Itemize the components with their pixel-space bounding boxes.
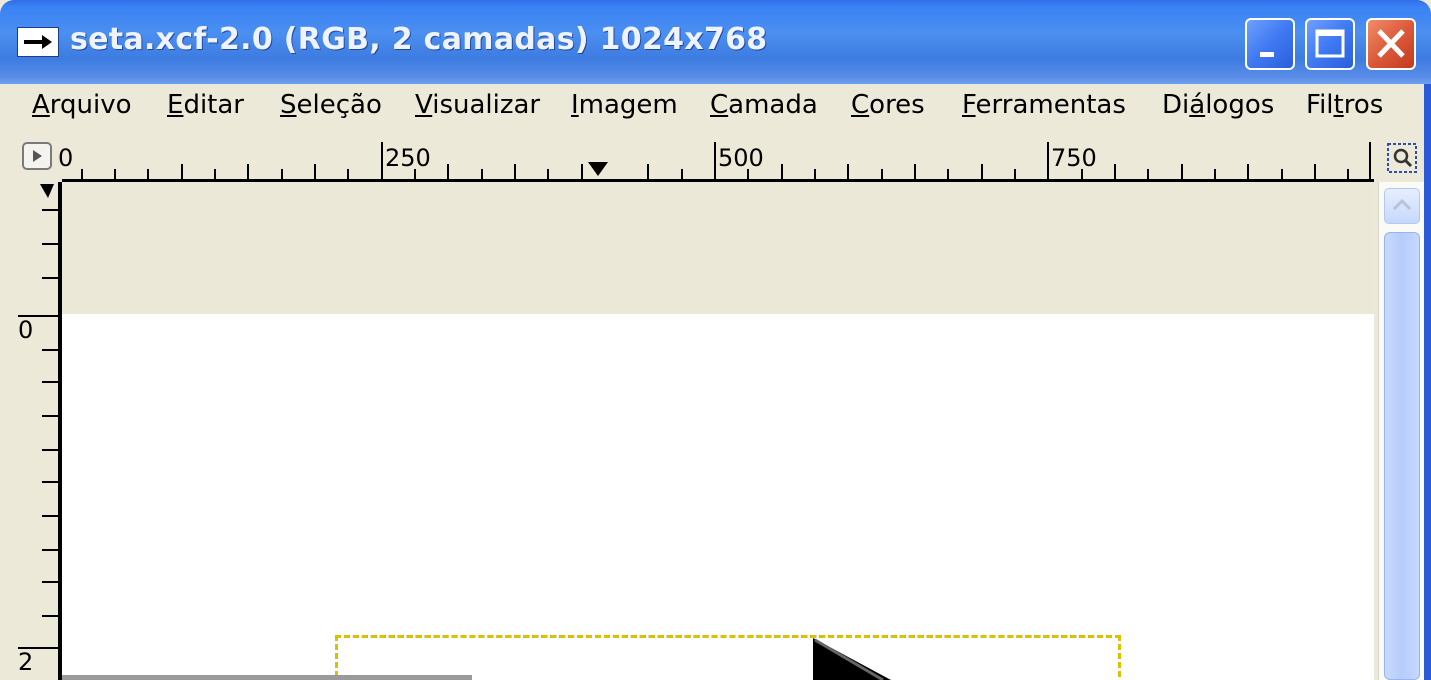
horizontal-ruler[interactable]: 0 250 500 750 <box>58 136 1374 182</box>
arrow-app-icon <box>17 27 59 57</box>
menu-cores[interactable]: Cores <box>851 90 925 120</box>
magnifier-icon <box>1387 143 1417 173</box>
menu-ferramentas-accel: F <box>962 90 976 120</box>
play-arrow-icon <box>33 150 42 162</box>
minimize-icon <box>1260 52 1274 57</box>
menu-dialogos-prefix: Di <box>1162 90 1190 120</box>
gimp-image-window: seta.xcf-2.0 (RGB, 2 camadas) 1024x768 A… <box>0 0 1431 680</box>
hruler-label-500: 500 <box>718 144 764 172</box>
selection-marquee-highlight <box>335 635 1121 680</box>
layer-boundary <box>62 675 472 680</box>
hruler-label-250: 250 <box>385 144 431 172</box>
menu-visualizar-label: isualizar <box>432 90 541 120</box>
image-canvas[interactable] <box>62 314 1374 680</box>
menu-ferramentas[interactable]: Ferramentas <box>962 90 1126 120</box>
menu-dialogos-label: logos <box>1205 90 1275 120</box>
menu-imagem-label: magem <box>578 90 678 120</box>
menu-editar[interactable]: Editar <box>167 90 244 120</box>
menu-editar-accel: E <box>167 90 184 120</box>
title-bar[interactable]: seta.xcf-2.0 (RGB, 2 camadas) 1024x768 <box>0 0 1431 84</box>
menu-dialogos-accel: á <box>1189 90 1206 120</box>
menu-arquivo[interactable]: Arquivo <box>32 90 132 120</box>
menu-filtros-accel: t <box>1333 90 1344 120</box>
window-title: seta.xcf-2.0 (RGB, 2 camadas) 1024x768 <box>70 22 768 57</box>
vruler-label-2: 2 <box>18 648 34 676</box>
menu-arquivo-accel: A <box>32 90 50 120</box>
chevron-up-icon <box>1392 198 1412 211</box>
menu-selecao[interactable]: Seleção <box>280 90 382 120</box>
scroll-up-button[interactable] <box>1384 188 1420 224</box>
arrow-app-icon-glyph <box>24 35 52 49</box>
menu-imagem[interactable]: Imagem <box>571 90 678 120</box>
scrollbar-thumb[interactable] <box>1384 232 1420 680</box>
quick-mask-toggle-button[interactable] <box>22 142 52 170</box>
minimize-button[interactable] <box>1245 18 1295 70</box>
vertical-ruler-ticks <box>18 184 58 649</box>
arrow-shape <box>813 638 891 680</box>
menu-cores-accel: C <box>851 90 870 120</box>
maximize-button[interactable] <box>1305 18 1355 70</box>
menu-camada-label: amada <box>728 90 818 120</box>
menu-cores-label: ores <box>869 90 925 120</box>
menu-ferramentas-label: erramentas <box>975 90 1126 120</box>
zoom-navigation-button[interactable] <box>1386 142 1418 174</box>
menu-dialogos[interactable]: Diálogos <box>1162 90 1274 120</box>
menu-filtros-prefix: Fil <box>1306 90 1334 120</box>
vertical-pointer-marker <box>40 184 54 198</box>
menu-visualizar-accel: V <box>415 90 433 120</box>
vertical-ruler[interactable]: 0 2 <box>14 182 62 680</box>
menu-visualizar[interactable]: Visualizar <box>415 90 540 120</box>
menu-camada[interactable]: Camada <box>710 90 818 120</box>
menu-editar-label: ditar <box>183 90 244 120</box>
window-right-border <box>1424 84 1431 680</box>
menu-camada-accel: C <box>710 90 729 120</box>
menu-imagem-accel: I <box>571 90 579 120</box>
hruler-label-750: 750 <box>1051 144 1097 172</box>
menu-filtros[interactable]: Filtros <box>1306 90 1383 120</box>
menu-filtros-label: ros <box>1343 90 1384 120</box>
menu-arquivo-label: rquivo <box>49 90 132 120</box>
maximize-icon <box>1315 29 1345 58</box>
vruler-label-0: 0 <box>18 316 34 344</box>
menu-selecao-label: eleção <box>296 90 382 120</box>
menu-selecao-accel: S <box>280 90 297 120</box>
close-icon <box>1377 29 1405 58</box>
hruler-label-0: 0 <box>58 144 74 172</box>
close-button[interactable] <box>1366 18 1416 70</box>
pointer-position-marker <box>588 162 608 176</box>
